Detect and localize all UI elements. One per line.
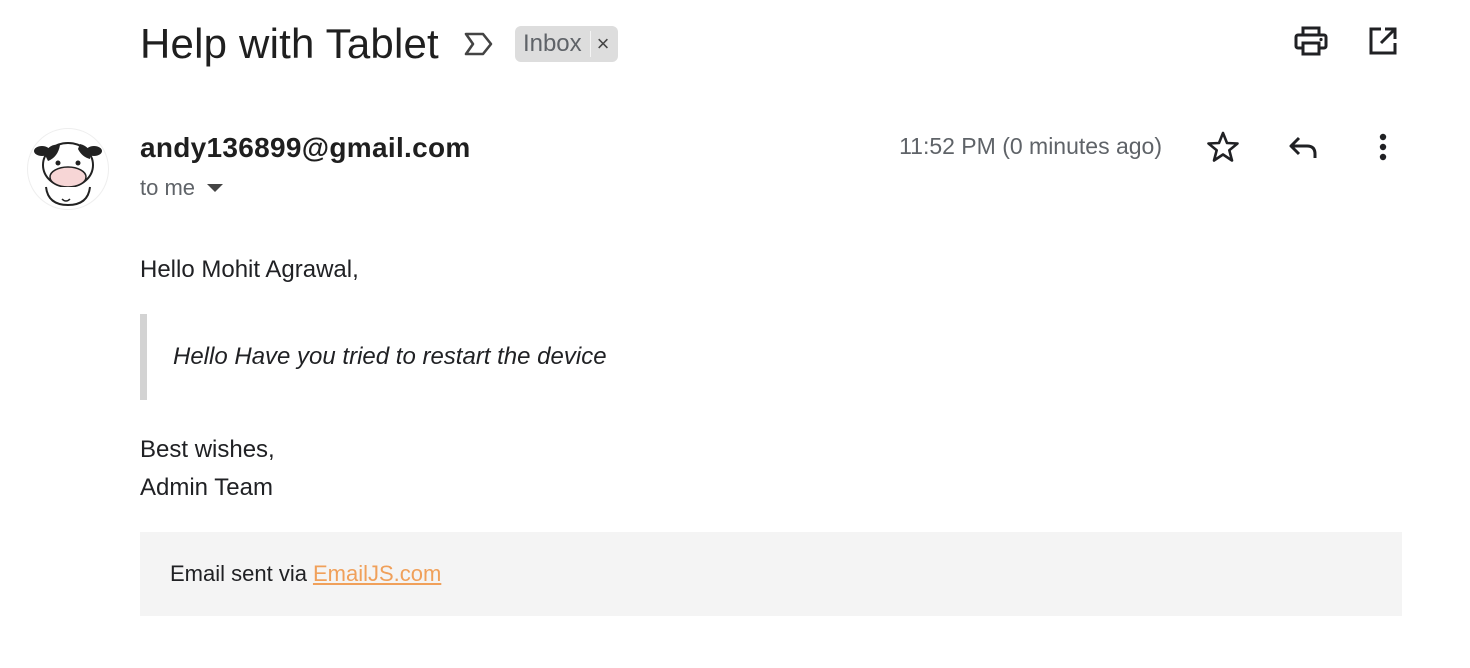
open-in-new-window-icon[interactable] — [1366, 24, 1400, 58]
signature-line: Admin Team — [140, 474, 273, 501]
email-view: Help with Tablet Inbox × andy136899@gmai… — [0, 0, 1470, 668]
star-icon[interactable] — [1206, 130, 1240, 164]
inbox-label-chip: Inbox × — [514, 26, 618, 62]
chevron-down-icon[interactable] — [207, 184, 224, 192]
importance-marker-icon[interactable] — [463, 29, 497, 59]
label-chip-text: Inbox — [522, 30, 582, 57]
quoted-message: Hello Have you tried to restart the devi… — [140, 314, 1140, 400]
recipient-line: to me — [140, 175, 224, 201]
email-subject: Help with Tablet — [140, 20, 439, 67]
subject-row: Help with Tablet Inbox × — [140, 14, 618, 74]
remove-label-button[interactable]: × — [589, 31, 610, 57]
footer-text: Email sent via — [170, 561, 307, 586]
cow-avatar-icon — [34, 142, 102, 207]
print-icon[interactable] — [1294, 24, 1328, 58]
signoff-line: Best wishes, — [140, 436, 275, 463]
reply-icon[interactable] — [1286, 130, 1320, 164]
message-actions — [1206, 130, 1400, 164]
email-footer: Email sent via EmailJS.com — [140, 532, 1402, 616]
thread-actions — [1294, 24, 1400, 58]
recipient-text: to me — [140, 175, 196, 200]
sender-email[interactable]: andy136899@gmail.com — [140, 132, 471, 164]
emailjs-link[interactable]: EmailJS.com — [313, 561, 441, 587]
email-signoff: Best wishes, Admin Team — [140, 431, 275, 507]
more-vert-icon[interactable] — [1366, 130, 1400, 164]
quoted-message-text: Hello Have you tried to restart the devi… — [173, 343, 607, 370]
message-timestamp: 11:52 PM (0 minutes ago) — [899, 133, 1162, 159]
email-greeting: Hello Mohit Agrawal, — [140, 256, 359, 283]
sender-avatar[interactable] — [27, 128, 109, 210]
